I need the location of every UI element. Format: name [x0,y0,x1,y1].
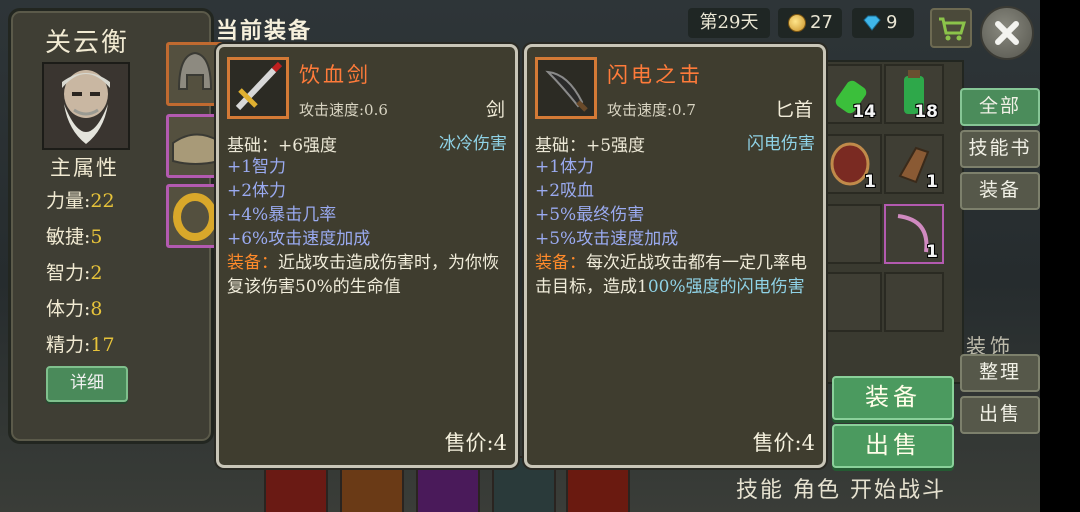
item-damage-type: 闪电伤害 [747,134,815,154]
item-price: 售价:4 [444,431,507,455]
attr-intellect: 智力:2 [46,258,103,285]
coin-amount: 27 [810,12,833,33]
attributes-title: 主属性 [50,156,119,180]
equip-effect-highlight: 00%强度的闪电伤害 [647,277,805,297]
item-stats: +1智力 +2体力 +4%暴击几率 +6%攻击速度加成 [227,155,370,251]
helmet-icon [177,51,213,90]
ring-icon [173,193,217,241]
gem-amount: 9 [886,12,898,33]
inventory-slot[interactable]: 1 [884,204,944,264]
item-icon-frame [535,57,597,119]
item-stat: +4%暴击几率 [227,205,337,225]
attr-value: 17 [90,334,115,356]
close-button[interactable] [980,6,1034,60]
day-counter: 第29天 [688,8,770,38]
item-count: 1 [926,172,938,192]
equip-effect-label: 装备： [535,253,586,273]
tab-equipment[interactable]: 装备 [960,172,1040,210]
item-weapon-type: 匕首 [774,99,813,121]
current-equipment-title: 当前装备 [216,18,313,44]
item-name: 饮血剑 [299,63,371,87]
sword-icon [235,61,283,111]
item-price: 售价:4 [752,431,815,455]
item-name: 闪电之击 [607,63,703,87]
inventory-slot[interactable]: 18 [884,64,944,124]
tab-skill-books[interactable]: 技能书 [960,130,1040,168]
item-count: 18 [914,102,938,122]
tab-all[interactable]: 全部 [960,88,1040,126]
inventory-slot[interactable]: 1 [822,134,882,194]
attr-value: 5 [90,226,103,248]
coin-counter: 27 [778,8,842,38]
bottom-menu-text: 技能 角色 开始战斗 [736,478,946,503]
inventory-slot[interactable]: 1 [884,134,944,194]
item-stats: +1体力 +2吸血 +5%最终伤害 +5%攻击速度加成 [535,155,678,251]
character-name: 关云衡 [45,28,130,58]
equip-button[interactable]: 装备 [832,376,954,420]
item-stat: +5%攻击速度加成 [535,229,679,249]
attr-label: 力量: [46,190,91,212]
coin-icon [788,14,806,32]
item-base-stat: 基础：+5强度 [535,136,646,156]
attr-label: 精力: [46,334,91,356]
item-stat: +2吸血 [535,181,595,201]
item-attack-speed: 攻击速度:0.6 [299,101,388,119]
item-tooltip-card: 饮血剑 攻击速度:0.6 剑 基础：+6强度 冰冷伤害 +1智力 +2体力 +4… [216,44,518,468]
item-weapon-type: 剑 [485,99,505,121]
diamond-icon [863,15,881,31]
sell-button[interactable]: 出售 [832,424,954,468]
close-icon [995,21,1019,45]
item-icon-frame [227,57,289,119]
attr-value: 8 [90,298,103,320]
attr-energy: 精力:17 [46,330,115,357]
item-stat: +1体力 [535,157,595,177]
item-base-stat: 基础：+6强度 [227,136,338,156]
item-count: 1 [864,172,876,192]
game-scene: 关云衡 主属性 力量:22 敏捷:5 智力:2 体力:8 精力:17 详细 当前 [0,0,1080,512]
item-equip-effect: 装备：每次近战攻击都有一定几率电击目标，造成100%强度的闪电伤害 [535,251,815,299]
armor-icon [172,133,220,165]
inventory-slot[interactable] [822,204,882,264]
item-damage-type: 冰冷伤害 [439,134,507,154]
attr-strength: 力量:22 [46,186,115,213]
shop-cart-button[interactable] [930,8,972,48]
screen-edge-bar [1040,0,1080,512]
cart-icon [939,17,967,41]
item-count: 1 [926,242,938,262]
attr-label: 体力: [46,298,91,320]
character-portrait [42,62,130,150]
sell-small-button[interactable]: 出售 [960,396,1040,434]
attr-label: 智力: [46,262,91,284]
item-count: 14 [852,102,876,122]
detail-button[interactable]: 详细 [46,366,128,402]
item-stat: +1智力 [227,157,287,177]
item-equip-effect: 装备：近战攻击造成伤害时，为你恢复该伤害50%的生命值 [227,251,507,299]
attr-stamina: 体力:8 [46,294,103,321]
sort-button[interactable]: 整理 [960,354,1040,392]
item-tooltip-card: 闪电之击 攻击速度:0.7 匕首 基础：+5强度 闪电伤害 +1体力 +2吸血 … [524,44,826,468]
attr-agility: 敏捷:5 [46,222,103,249]
item-stat: +5%最终伤害 [535,205,645,225]
attr-label: 敏捷: [46,226,91,248]
attr-value: 2 [90,262,103,284]
inventory-slot[interactable] [822,272,882,332]
item-stat: +6%攻击速度加成 [227,229,371,249]
equip-effect-label: 装备： [227,253,278,273]
gem-counter: 9 [852,8,914,38]
inventory-slot[interactable]: 14 [822,64,882,124]
inventory-slot[interactable] [884,272,944,332]
attr-value: 22 [90,190,115,212]
dagger-icon [545,70,588,112]
item-stat: +2体力 [227,181,287,201]
item-attack-speed: 攻击速度:0.7 [607,101,696,119]
